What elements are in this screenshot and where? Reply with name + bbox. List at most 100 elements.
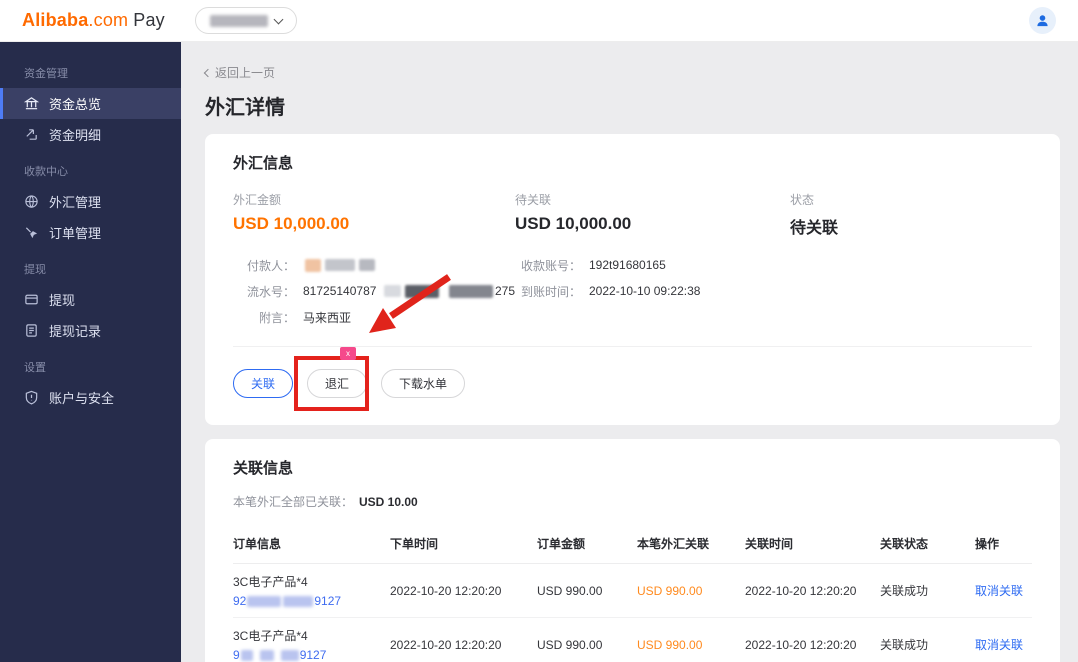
status-value: 待关联 bbox=[790, 220, 839, 237]
order-icon bbox=[25, 227, 38, 239]
globe-icon bbox=[25, 195, 38, 208]
memo-value: 马来西亚 bbox=[303, 310, 352, 325]
main-content: 返回上一页 外汇详情 外汇信息 外汇金额 USD 10,000.00 待关联 U… bbox=[181, 42, 1078, 662]
arrival-time-label: 到账时间： bbox=[520, 284, 581, 299]
order-number-redacted bbox=[283, 595, 314, 607]
back-link[interactable]: 返回上一页 bbox=[203, 64, 275, 81]
sidebar-item-withdraw[interactable]: 提现 bbox=[0, 284, 181, 315]
payer-redacted bbox=[359, 259, 375, 271]
pending-assoc-block: 待关联 USD 10,000.00 bbox=[515, 191, 790, 238]
serial-redacted bbox=[404, 284, 440, 298]
association-card: 关联信息 本笔外汇全部已关联： USD 10.00 订单信息 下单时间 订单金额 … bbox=[205, 439, 1060, 662]
serial-redacted bbox=[449, 284, 493, 298]
annotation-badge: x bbox=[340, 346, 357, 360]
serial-row: 流水号： 81725140787 275 bbox=[233, 278, 515, 304]
associate-button[interactable]: 关联 bbox=[233, 368, 294, 398]
memo-label: 附言： bbox=[258, 310, 295, 325]
sidebar-item-fx-management[interactable]: 外汇管理 bbox=[0, 186, 181, 217]
col-assoc-status: 关联状态 bbox=[880, 537, 929, 551]
arrival-time-row: 到账时间： 2022-10-10 09:22:38 bbox=[515, 278, 1032, 304]
serial-label: 流水号： bbox=[246, 284, 295, 299]
account-switcher-dropdown[interactable] bbox=[194, 7, 297, 34]
product-name: 3C电子产品*4 bbox=[233, 629, 308, 643]
col-action: 操作 bbox=[975, 537, 1000, 551]
chevron-down-icon bbox=[273, 14, 284, 24]
withdraw-icon bbox=[25, 294, 38, 305]
assoc-card-title: 关联信息 bbox=[233, 460, 294, 477]
alibaba-pay-logo: Alibaba.com Pay bbox=[22, 10, 165, 31]
col-assoc-time: 关联时间 bbox=[745, 537, 794, 551]
sidebar-item-account-security[interactable]: 账户与安全 bbox=[0, 382, 181, 413]
receive-account-value: 192t91680165 bbox=[589, 258, 666, 272]
assoc-summary-value: USD 10.00 bbox=[359, 495, 418, 509]
fx-amount-block: 外汇金额 USD 10,000.00 bbox=[233, 191, 515, 238]
fx-summary-grid: 外汇金额 USD 10,000.00 待关联 USD 10,000.00 状态 … bbox=[233, 191, 1032, 238]
sidebar-item-withdraw-records[interactable]: 提现记录 bbox=[0, 315, 181, 346]
fx-details: 付款人： 流水号： 81725140787 275 附言： 马来西亚 收款账号：… bbox=[233, 252, 1032, 330]
sidebar-section-receiving: 收款中心 bbox=[24, 166, 68, 178]
page-title: 外汇详情 bbox=[205, 97, 285, 119]
sidebar-item-order-management[interactable]: 订单管理 bbox=[0, 217, 181, 248]
status-label: 状态 bbox=[790, 193, 815, 207]
arrival-time-value: 2022-10-10 09:22:38 bbox=[589, 284, 701, 298]
fx-card-title: 外汇信息 bbox=[233, 155, 294, 172]
assoc-time-cell: 2022-10-20 12:20:20 bbox=[745, 583, 857, 598]
col-order-time: 下单时间 bbox=[390, 537, 439, 551]
payer-label: 付款人： bbox=[246, 258, 295, 273]
sidebar-item-label: 资金明细 bbox=[49, 128, 102, 143]
fx-assoc-cell: USD 990.00 bbox=[637, 637, 703, 652]
download-receipt-button[interactable]: 下载水单 bbox=[381, 368, 466, 398]
assoc-status-cell: 关联成功 bbox=[880, 638, 929, 652]
table-row: 3C电子产品*4 9 9127 2022-10-20 12:20:20 USD … bbox=[233, 618, 1032, 662]
table-header-row: 订单信息 下单时间 订单金额 本笔外汇关联 关联时间 关联状态 操作 bbox=[233, 526, 1032, 564]
association-table: 订单信息 下单时间 订单金额 本笔外汇关联 关联时间 关联状态 操作 3C电子产… bbox=[233, 526, 1032, 662]
serial-redacted bbox=[384, 285, 401, 297]
serial-prefix: 81725140787 bbox=[303, 284, 377, 298]
fx-action-buttons: 关联 退汇 x 下载水单 bbox=[233, 346, 1032, 411]
order-number-redacted bbox=[247, 595, 282, 607]
serial-suffix: 275 bbox=[494, 284, 515, 298]
cancel-assoc-link[interactable]: 取消关联 bbox=[975, 636, 1032, 653]
assoc-summary: 本笔外汇全部已关联： USD 10.00 bbox=[233, 493, 1032, 510]
fx-info-card: 外汇信息 外汇金额 USD 10,000.00 待关联 USD 10,000.0… bbox=[205, 134, 1060, 425]
order-amount-cell: USD 990.00 bbox=[537, 583, 603, 598]
col-order-amount: 订单金额 bbox=[537, 537, 586, 551]
sidebar-item-funds-detail[interactable]: 资金明细 bbox=[0, 119, 181, 150]
fx-details-left: 付款人： 流水号： 81725140787 275 附言： 马来西亚 bbox=[233, 252, 515, 330]
assoc-status-cell: 关联成功 bbox=[880, 584, 929, 598]
sidebar-item-label: 资金总览 bbox=[49, 97, 102, 112]
bank-icon bbox=[24, 97, 39, 110]
order-amount-cell: USD 990.00 bbox=[537, 637, 603, 652]
col-order-info: 订单信息 bbox=[233, 537, 282, 551]
sidebar-section-funds: 资金管理 bbox=[24, 68, 68, 80]
user-avatar[interactable] bbox=[1029, 7, 1056, 34]
security-icon bbox=[25, 390, 38, 405]
order-number-link[interactable]: 9 9127 bbox=[233, 648, 390, 662]
order-info-cell: 3C电子产品*4 9 9127 bbox=[233, 627, 390, 662]
sidebar-item-label: 提现记录 bbox=[49, 324, 102, 339]
order-time-cell: 2022-10-20 12:20:20 bbox=[390, 637, 502, 652]
fx-amount-value: USD 10,000.00 bbox=[233, 214, 350, 233]
receive-account-row: 收款账号： 192t91680165 bbox=[515, 252, 1032, 278]
order-number-prefix: 9 bbox=[233, 648, 240, 662]
memo-row: 附言： 马来西亚 bbox=[233, 304, 515, 330]
fx-assoc-cell: USD 990.00 bbox=[637, 583, 703, 598]
payer-row: 付款人： bbox=[233, 252, 515, 278]
fx-details-right: 收款账号： 192t91680165 到账时间： 2022-10-10 09:2… bbox=[515, 252, 1032, 330]
refund-button[interactable]: 退汇 bbox=[307, 368, 368, 398]
sidebar-item-funds-overview[interactable]: 资金总览 bbox=[0, 88, 181, 119]
payer-redacted bbox=[305, 258, 321, 272]
sidebar-section-withdraw: 提现 bbox=[24, 264, 46, 276]
order-number-link[interactable]: 92 9127 bbox=[233, 594, 390, 608]
fx-amount-label: 外汇金额 bbox=[233, 193, 282, 207]
pending-assoc-label: 待关联 bbox=[515, 193, 552, 207]
record-icon bbox=[26, 324, 37, 337]
order-number-suffix: 9127 bbox=[314, 594, 342, 608]
logo-alibaba: Alibaba bbox=[22, 10, 89, 30]
cancel-assoc-link[interactable]: 取消关联 bbox=[975, 582, 1032, 599]
table-row: 3C电子产品*4 92 9127 2022-10-20 12:20:20 USD… bbox=[233, 564, 1032, 618]
sidebar-item-label: 外汇管理 bbox=[49, 195, 102, 210]
status-block: 状态 待关联 bbox=[790, 191, 1032, 238]
top-header: Alibaba.com Pay bbox=[0, 0, 1078, 42]
col-fx-assoc: 本笔外汇关联 bbox=[637, 537, 710, 551]
